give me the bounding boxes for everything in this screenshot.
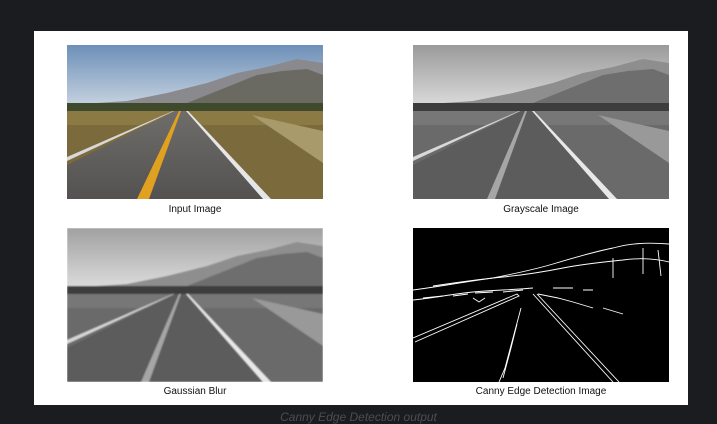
figure-caption: Canny Edge Detection output (280, 410, 437, 424)
figure-card: Input Image Grayscale Image Gaussian Blu… (34, 31, 688, 405)
input-road-image (67, 45, 323, 199)
blurred-road-image (67, 228, 323, 382)
input-image-caption: Input Image (168, 204, 222, 215)
canny-edge-image (413, 228, 669, 382)
grayscale-image-panel (413, 45, 669, 199)
input-image-panel (67, 45, 323, 199)
gaussian-blur-panel (67, 228, 323, 382)
canny-edge-panel (413, 228, 669, 382)
canny-edge-caption: Canny Edge Detection Image (475, 386, 607, 397)
grayscale-image-caption: Grayscale Image (503, 204, 579, 215)
grayscale-road-image (413, 45, 669, 199)
gaussian-blur-caption: Gaussian Blur (163, 386, 227, 397)
